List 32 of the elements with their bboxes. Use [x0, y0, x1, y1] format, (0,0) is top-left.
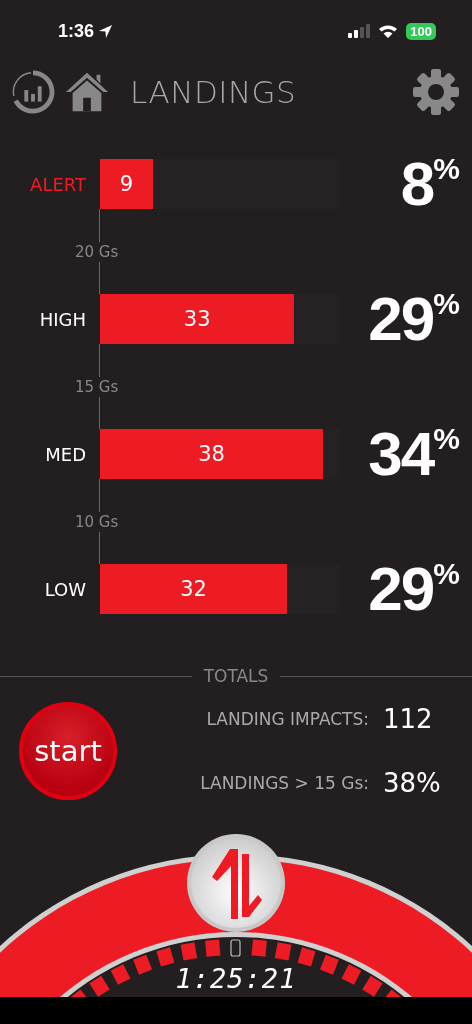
timer-text: 1:25:21: [175, 963, 297, 994]
percent-value: 29$^{%}$: [367, 558, 460, 620]
battery-level: 100: [406, 22, 436, 40]
percent-value: 8$^{%}$: [399, 153, 460, 215]
count-value: 33: [183, 307, 211, 331]
wifi-icon: [378, 24, 399, 38]
threshold-label: 10 Gs: [75, 511, 119, 532]
total-value: 38%: [383, 768, 441, 798]
count-value: 32: [180, 577, 207, 601]
location-arrow-icon: [98, 23, 114, 39]
threshold-label: 20 Gs: [75, 241, 119, 262]
signal-icon: [348, 24, 371, 38]
count-value: 9: [119, 172, 134, 196]
level-label: ALERT: [29, 173, 87, 195]
start-button[interactable]: start: [19, 702, 117, 800]
status-time: 1:36: [58, 20, 95, 42]
threshold-label: 15 Gs: [75, 376, 119, 397]
level-label: MED: [44, 443, 87, 465]
totals-heading: TOTALS: [203, 666, 269, 686]
chart-gauge-icon[interactable]: [10, 69, 56, 115]
direction-toggle-button[interactable]: [187, 834, 285, 932]
total-label: LANDING IMPACTS:: [205, 709, 369, 729]
count-value: 38: [198, 442, 225, 466]
level-label: HIGH: [38, 308, 87, 330]
percent-value: 29$^{%}$: [367, 288, 460, 350]
total-value: 112: [383, 704, 433, 734]
level-label: LOW: [43, 578, 87, 600]
total-label: LANDINGS > 15 Gs:: [199, 773, 369, 793]
percent-value: 34$^{%}$: [367, 423, 460, 485]
battery-icon: [230, 939, 241, 957]
screen-title: LANDINGS: [130, 74, 298, 110]
settings-icon[interactable]: [412, 68, 460, 116]
